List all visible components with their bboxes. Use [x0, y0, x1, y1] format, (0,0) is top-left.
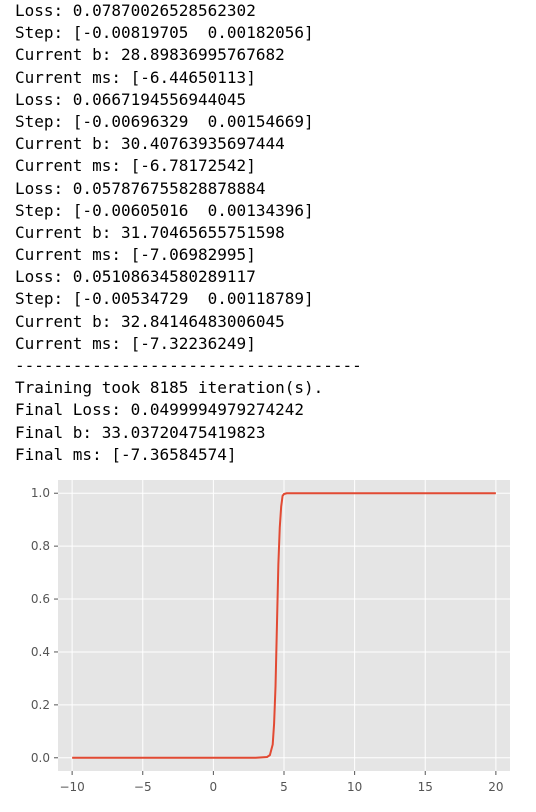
console-line: Current b: 28.89836995767682 — [15, 45, 285, 65]
x-tick-label: 5 — [280, 780, 288, 794]
console-line: Step: [-0.00819705 0.00182056] — [15, 23, 314, 43]
console-line: Current b: 32.84146483006045 — [15, 311, 285, 331]
console-line: Loss: 0.07870026528562302 — [15, 1, 256, 20]
y-tick-label: 0.0 — [31, 751, 50, 765]
y-tick-label: 0.8 — [31, 539, 50, 553]
x-tick-label: 10 — [347, 780, 362, 794]
console-line: Step: [-0.00534729 0.00118789] — [15, 289, 314, 309]
x-tick-label: −5 — [134, 780, 152, 794]
y-tick-label: 1.0 — [31, 486, 50, 500]
sigmoid-line-chart: −10 −5 0 5 10 15 20 0.0 0.2 0.4 0.6 0.8 1.0 — [31, 480, 510, 794]
console-line: Final ms: [-7.36584574] — [15, 444, 237, 464]
x-tick-label: 15 — [418, 780, 433, 794]
console-line: Training took 8185 iteration(s). — [15, 378, 324, 398]
y-tick-label: 0.4 — [31, 645, 50, 659]
console-output: Loss: 0.07870026528562302 Step: [-0.00819… — [15, 0, 535, 466]
console-line: Current ms: [-6.44650113] — [15, 67, 256, 87]
console-line: Loss: 0.0667194556944045 — [15, 89, 247, 109]
console-line: Current b: 30.40763935697444 — [15, 134, 285, 154]
x-tick-label: 0 — [210, 780, 218, 794]
console-line: Loss: 0.057876755828878884 — [15, 178, 266, 198]
console-line: ------------------------------------ — [15, 356, 362, 375]
y-tick-label: 0.2 — [31, 698, 50, 712]
console-line: Final Loss: 0.0499994979274242 — [15, 400, 304, 420]
console-line: Step: [-0.00696329 0.00154669] — [15, 111, 314, 131]
console-line: Step: [-0.00605016 0.00134396] — [15, 200, 314, 220]
y-tick-label: 0.6 — [31, 592, 50, 606]
console-line: Current ms: [-7.32236249] — [15, 333, 256, 353]
console-line: Current b: 31.70465655751598 — [15, 222, 285, 242]
console-line: Current ms: [-7.06982995] — [15, 245, 256, 265]
console-line: Final b: 33.03720475419823 — [15, 422, 266, 442]
console-line: Loss: 0.05108634580289117 — [15, 267, 256, 287]
x-tick-label: 20 — [488, 780, 503, 794]
x-tick-label: −10 — [59, 780, 84, 794]
console-line: Current ms: [-6.78172542] — [15, 156, 256, 176]
